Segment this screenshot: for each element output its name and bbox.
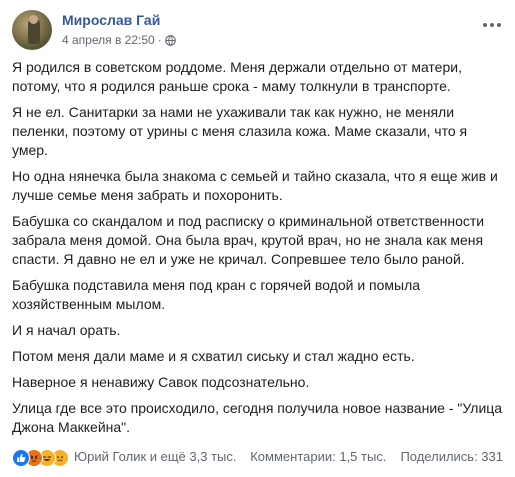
more-dot — [483, 23, 487, 27]
like-icon — [12, 449, 30, 467]
post-timestamp[interactable]: 4 апреля в 22:50 — [62, 33, 155, 47]
author-avatar[interactable] — [12, 10, 52, 50]
more-dot — [497, 23, 501, 27]
post-paragraph: Улица где все это происходило, сегодня п… — [12, 400, 503, 435]
post-body: Я родился в советском роддоме. Меня держ… — [12, 58, 504, 444]
post-paragraph: Наверное я ненавижу Савок подсознательно… — [12, 374, 310, 390]
comments-count[interactable]: Комментарии: 1,5 тыс. — [250, 449, 386, 464]
avatar-head — [29, 15, 38, 24]
post-card: Мирослав Гай 4 апреля в 22:50 · Я родилс… — [0, 0, 515, 477]
post-paragraph: И я начал орать. — [12, 322, 121, 338]
more-dot — [490, 23, 494, 27]
post-paragraph: Потом меня дали маме и я схватил сиську … — [12, 348, 415, 364]
post-paragraph: Я родился в советском роддоме. Меня держ… — [12, 59, 462, 94]
post-paragraph: Я не ел. Санитарки за нами не ухаживали … — [12, 104, 468, 158]
post-meta: 4 апреля в 22:50 · — [62, 33, 176, 47]
shares-count[interactable]: Поделились: 331 — [400, 449, 503, 464]
globe-icon[interactable] — [164, 34, 176, 46]
post-footer: Юрий Голик и ещё 3,3 тыс. Комментарии: 1… — [12, 447, 503, 467]
post-header: Мирослав Гай 4 апреля в 22:50 · — [12, 10, 503, 54]
post-paragraph: Бабушка подставила меня под кран с горяч… — [12, 277, 421, 312]
post-paragraph: Но одна нянечка была знакома с семьей и … — [12, 168, 498, 203]
post-stats: Комментарии: 1,5 тыс. Поделились: 331 — [250, 449, 503, 464]
post-paragraph: Бабушка со скандалом и под расписку о кр… — [12, 213, 485, 267]
more-options-icon[interactable] — [481, 18, 503, 32]
reactors-text[interactable]: Юрий Голик и ещё 3,3 тыс. — [74, 449, 237, 464]
author-name[interactable]: Мирослав Гай — [62, 12, 160, 28]
reactions-summary[interactable] — [12, 449, 69, 467]
meta-separator: · — [157, 33, 162, 47]
